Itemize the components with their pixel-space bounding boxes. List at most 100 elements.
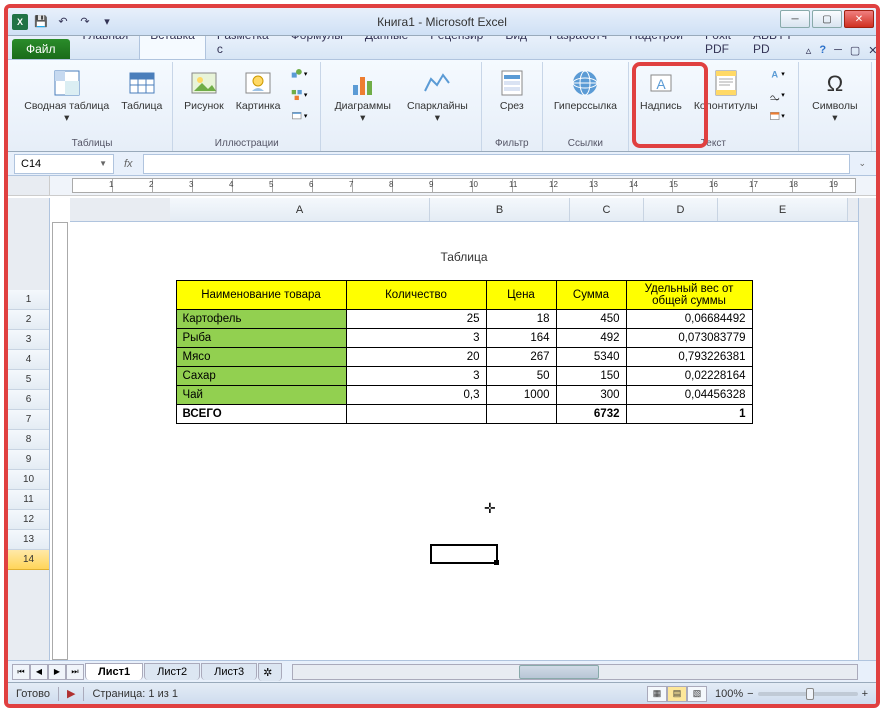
column-headers[interactable]: ABCDE [70,198,858,222]
minimize-ribbon-icon[interactable]: ▵ [804,42,814,59]
screenshot-button[interactable]: ▾ [287,106,314,126]
maximize-button[interactable]: ▢ [812,10,842,28]
table-cell[interactable]: Чай [176,386,346,405]
table-cell[interactable]: 0,793226381 [626,348,752,367]
worksheet-area[interactable]: 1234567891011121314 ABCDE Таблица Наимен… [8,198,876,660]
fx-icon[interactable]: fx [118,158,139,170]
row-header-9[interactable]: 9 [8,450,49,470]
row-header-3[interactable]: 3 [8,330,49,350]
slicer-button[interactable]: Срез [488,64,536,116]
table-cell[interactable]: 25 [346,310,486,329]
redo-icon[interactable]: ↷ [76,13,94,31]
name-box[interactable]: C14▼ [14,154,114,174]
close-button[interactable]: ✕ [844,10,874,28]
picture-button[interactable]: Рисунок [179,64,229,116]
row-headers[interactable]: 1234567891011121314 [8,198,50,660]
table-cell[interactable]: 0,073083779 [626,329,752,348]
row-header-7[interactable]: 7 [8,410,49,430]
table-total-cell[interactable] [346,405,486,424]
page-layout-view-icon[interactable]: ▤ [667,686,687,702]
row-header-14[interactable]: 14 [8,550,49,570]
table-button[interactable]: Таблица [117,64,166,116]
table-cell[interactable]: 300 [556,386,626,405]
table-cell[interactable]: 0,04456328 [626,386,752,405]
smartart-button[interactable]: ▾ [287,85,314,105]
col-header-D[interactable]: D [644,198,718,221]
new-sheet-button[interactable]: ✲ [258,663,282,681]
pivot-button[interactable]: Сводная таблица ▾ [18,64,115,127]
sigline-button[interactable]: ▾ [765,85,792,105]
table-cell[interactable]: 3 [346,329,486,348]
doc-restore-icon[interactable]: ▢ [848,42,862,59]
table-cell[interactable]: 20 [346,348,486,367]
formula-input[interactable] [143,154,851,174]
table-cell[interactable]: 0,06684492 [626,310,752,329]
row-header-4[interactable]: 4 [8,350,49,370]
normal-view-icon[interactable]: ▦ [647,686,667,702]
clipart-button[interactable]: Картинка [231,64,286,116]
sheet-tab-Лист2[interactable]: Лист2 [144,663,200,680]
table-total-cell[interactable]: ВСЕГО [176,405,346,424]
row-header-6[interactable]: 6 [8,390,49,410]
horizontal-scrollbar[interactable] [292,664,858,680]
sheet-nav-first-icon[interactable]: ⏮ [12,664,30,680]
qat-dropdown-icon[interactable]: ▾ [98,13,116,31]
sheet-nav-next-icon[interactable]: ▶ [48,664,66,680]
sheet-nav-last-icon[interactable]: ⏭ [66,664,84,680]
table-cell[interactable]: 3 [346,367,486,386]
table-cell[interactable]: 492 [556,329,626,348]
row-header-2[interactable]: 2 [8,310,49,330]
page-break-view-icon[interactable]: ▧ [687,686,707,702]
wordart-button[interactable]: A▾ [765,64,792,84]
table-cell[interactable]: 164 [486,329,556,348]
row-header-8[interactable]: 8 [8,430,49,450]
save-icon[interactable]: 💾 [32,13,50,31]
row-header-1[interactable]: 1 [8,290,49,310]
row-header-11[interactable]: 11 [8,490,49,510]
table-cell[interactable]: 50 [486,367,556,386]
table-cell[interactable]: Картофель [176,310,346,329]
table-cell[interactable]: 267 [486,348,556,367]
table-cell[interactable]: 450 [556,310,626,329]
doc-minimize-icon[interactable]: ─ [832,42,844,59]
page-header-text[interactable]: Таблица [110,242,818,280]
zoom-out-icon[interactable]: − [747,688,753,700]
table-cell[interactable]: Сахар [176,367,346,386]
row-header-13[interactable]: 13 [8,530,49,550]
table-header[interactable]: Количество [346,281,486,310]
table-cell[interactable]: 5340 [556,348,626,367]
help-icon[interactable]: ? [817,42,828,59]
sparkline-button[interactable]: Спарклайны ▾ [400,64,475,127]
shapes-button[interactable]: ▾ [287,64,314,84]
row-header-12[interactable]: 12 [8,510,49,530]
file-tab[interactable]: Файл [12,39,70,59]
table-cell[interactable]: 150 [556,367,626,386]
table-header[interactable]: Наименование товара [176,281,346,310]
col-header-A[interactable]: A [170,198,430,221]
col-header-C[interactable]: C [570,198,644,221]
macro-record-icon[interactable]: ▶ [67,687,75,700]
table-cell[interactable]: 0,02228164 [626,367,752,386]
table-cell[interactable]: 1000 [486,386,556,405]
sheet-nav-prev-icon[interactable]: ◀ [30,664,48,680]
chart-button[interactable]: Диаграммы ▾ [327,64,398,127]
table-header[interactable]: Удельный вес от общей суммы [626,281,752,310]
table-cell[interactable]: 0,3 [346,386,486,405]
symbol-button[interactable]: ΩСимволы ▾ [805,64,865,127]
table-total-cell[interactable]: 6732 [556,405,626,424]
expand-formula-icon[interactable]: ⌄ [854,158,870,169]
minimize-button[interactable]: ─ [780,10,810,28]
textbox-button[interactable]: AНадпись [635,64,687,116]
undo-icon[interactable]: ↶ [54,13,72,31]
row-header-5[interactable]: 5 [8,370,49,390]
doc-close-icon[interactable]: ✕ [866,42,879,59]
table-cell[interactable]: Мясо [176,348,346,367]
headerfooter-button[interactable]: Колонтитулы [689,64,763,116]
col-header-E[interactable]: E [718,198,848,221]
table-total-cell[interactable] [486,405,556,424]
hyperlink-button[interactable]: Гиперссылка [549,64,622,116]
zoom-in-icon[interactable]: + [862,688,868,700]
table-cell[interactable]: Рыба [176,329,346,348]
table-header[interactable]: Цена [486,281,556,310]
table-cell[interactable]: 18 [486,310,556,329]
